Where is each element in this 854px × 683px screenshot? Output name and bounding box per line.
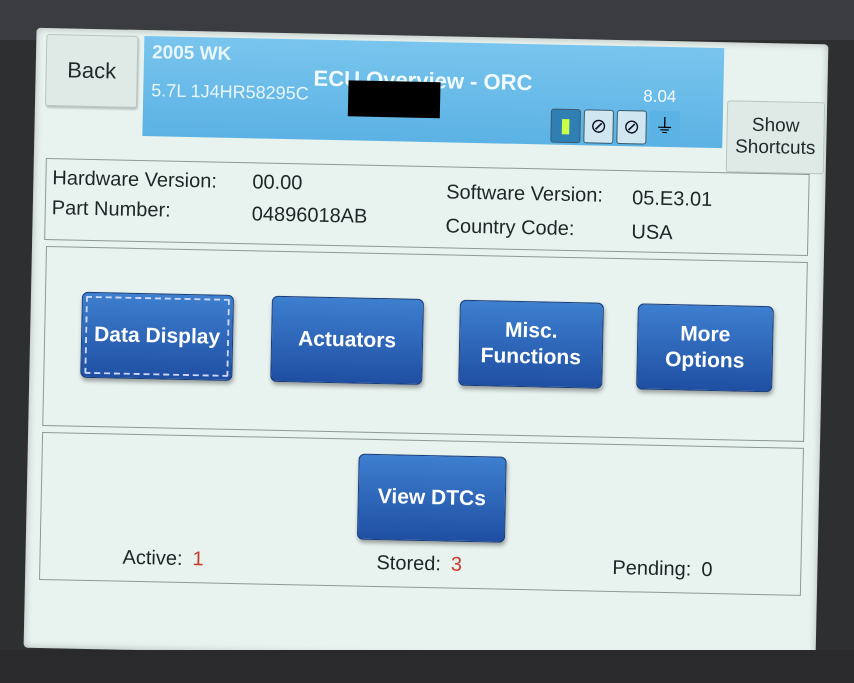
more-options-line2: Options	[664, 348, 745, 373]
redaction-box	[347, 80, 441, 119]
pending-count: Pending: 0	[612, 557, 713, 582]
software-version-value: 05.E3.01	[631, 187, 713, 211]
ecu-info-panel: Hardware Version: 00.00 Part Number: 048…	[44, 157, 810, 256]
hardware-version-label: Hardware Version:	[52, 167, 218, 193]
misc-functions-button[interactable]: Misc. Functions	[458, 299, 604, 389]
active-count: Active: 1	[122, 547, 204, 572]
actuators-label: Actuators	[297, 327, 397, 353]
stored-count: Stored: 3	[376, 552, 462, 577]
header-bar: 2005 WK ECU Overview - ORC 5.7L 1J4HR582…	[142, 36, 725, 149]
functions-section: Data Display Actuators Misc. Functions M…	[42, 246, 808, 442]
software-version-badge: 8.04	[643, 86, 677, 107]
data-display-button[interactable]: Data Display	[80, 291, 235, 381]
show-shortcuts-button[interactable]: Show Shortcuts	[725, 100, 826, 175]
device-bezel-bottom	[0, 650, 854, 683]
back-button[interactable]: Back	[44, 33, 139, 108]
active-label: Active:	[122, 546, 183, 570]
no-link-icon: ⊘	[616, 109, 647, 145]
plug-icon: ⏚	[649, 110, 680, 146]
part-number-label: Part Number:	[51, 197, 171, 222]
active-value: 1	[192, 548, 204, 571]
battery-icon: ▮	[550, 108, 581, 144]
more-options-button[interactable]: More Options	[636, 303, 774, 393]
misc-functions-line2: Functions	[480, 344, 582, 370]
software-version-label: Software Version:	[445, 181, 604, 207]
dtc-section: View DTCs Active: 1 Stored: 3 Pending: 0	[39, 431, 804, 596]
data-display-label: Data Display	[93, 323, 221, 349]
vehicle-engine-vin: 5.7L 1J4HR58295C	[151, 80, 309, 104]
misc-functions-line1: Misc.	[504, 318, 558, 343]
view-dtcs-label: View DTCs	[377, 485, 487, 511]
stored-value: 3	[450, 553, 463, 576]
country-code-value: USA	[631, 221, 673, 245]
more-options-line1: More	[679, 322, 731, 347]
stored-label: Stored:	[376, 552, 442, 576]
scan-tool-screen: Back 2005 WK ECU Overview - ORC 5.7L 1J4…	[23, 27, 829, 665]
status-icon-tray: ▮ ⊘ ⊘ ⏚	[550, 108, 680, 146]
show-shortcuts-line2: Shortcuts	[734, 136, 816, 160]
country-code-label: Country Code:	[445, 215, 575, 241]
back-button-label: Back	[66, 57, 117, 84]
vehicle-year-model: 2005 WK	[151, 42, 232, 65]
view-dtcs-button[interactable]: View DTCs	[356, 453, 507, 543]
show-shortcuts-line1: Show	[751, 114, 800, 137]
pending-label: Pending:	[612, 556, 692, 581]
pending-value: 0	[701, 558, 713, 582]
hardware-version-value: 00.00	[252, 171, 303, 195]
part-number-value: 04896018AB	[251, 203, 368, 228]
no-connection-icon: ⊘	[583, 109, 614, 144]
actuators-button[interactable]: Actuators	[270, 295, 424, 385]
